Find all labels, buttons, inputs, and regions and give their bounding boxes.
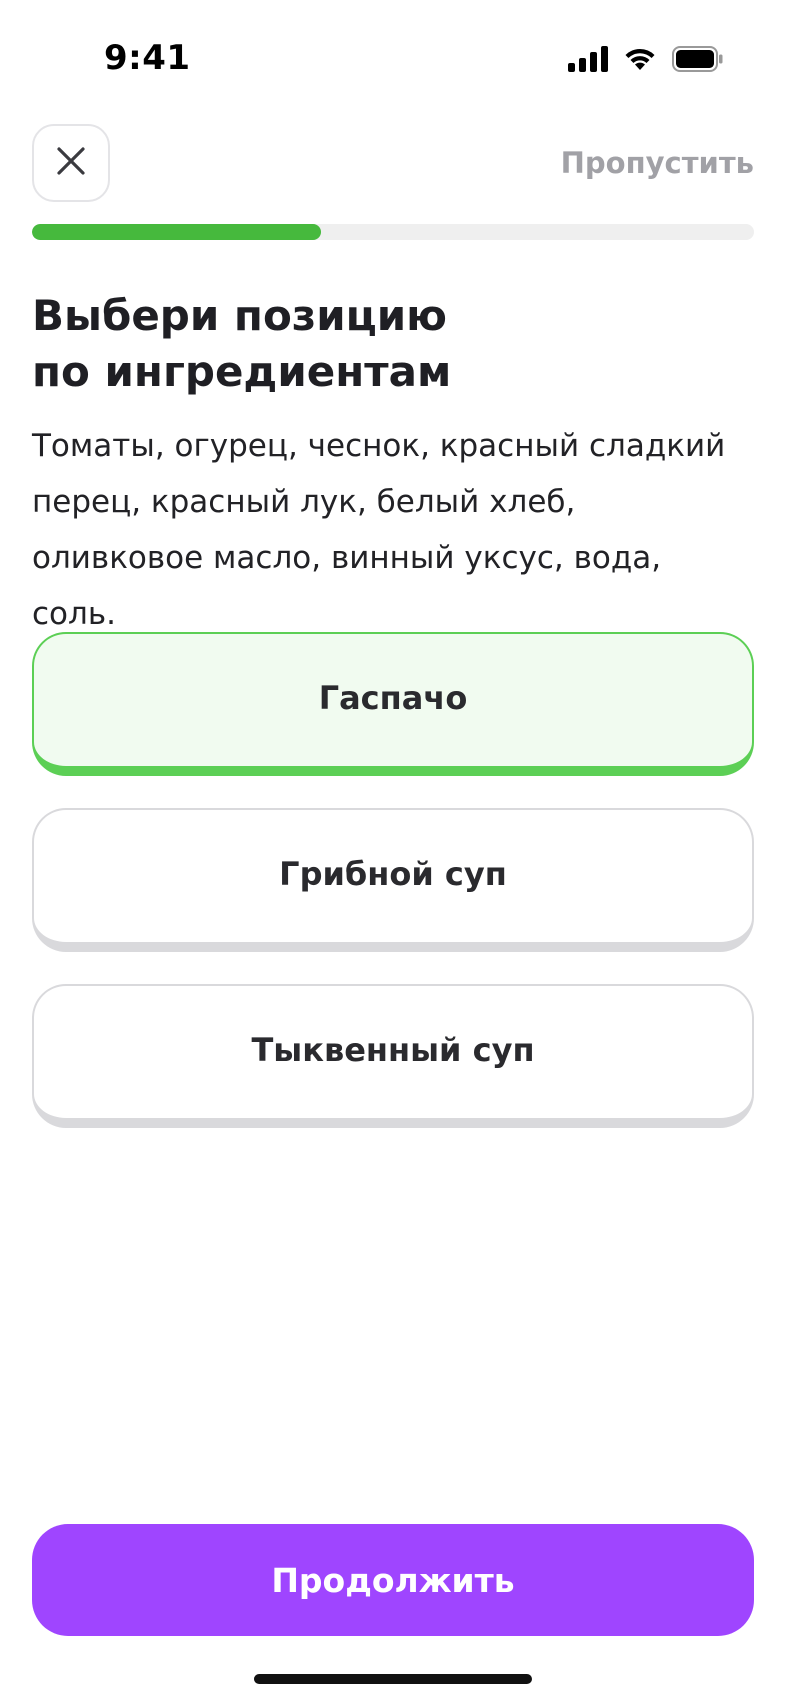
close-icon <box>56 146 86 180</box>
option-label: Тыквенный суп <box>251 1031 535 1069</box>
option-label: Гаспачо <box>318 679 468 717</box>
status-time: 9:41 <box>104 38 191 78</box>
question-title: Выбери позицию по ингредиентам <box>32 291 452 396</box>
progress-fill <box>32 224 321 240</box>
progress-bar <box>32 224 754 240</box>
option-label: Грибной суп <box>279 855 507 893</box>
option-pumpkin-soup[interactable]: Тыквенный суп <box>32 984 754 1128</box>
home-indicator <box>254 1674 532 1684</box>
continue-button[interactable]: Продолжить <box>32 1524 754 1636</box>
close-button[interactable] <box>32 124 110 202</box>
option-gazpacho[interactable]: Гаспачо <box>32 632 754 776</box>
continue-button-label: Продолжить <box>271 1560 515 1600</box>
cellular-signal-icon <box>568 46 608 76</box>
skip-link[interactable]: Пропустить <box>561 146 754 180</box>
battery-icon <box>672 46 724 76</box>
wifi-icon <box>622 46 658 76</box>
option-mushroom-soup[interactable]: Грибной суп <box>32 808 754 952</box>
status-bar: 9:41 <box>0 0 786 118</box>
question-ingredients: Томаты, огурец, чеснок, красный сладкий … <box>32 428 726 632</box>
status-icons <box>568 46 724 76</box>
